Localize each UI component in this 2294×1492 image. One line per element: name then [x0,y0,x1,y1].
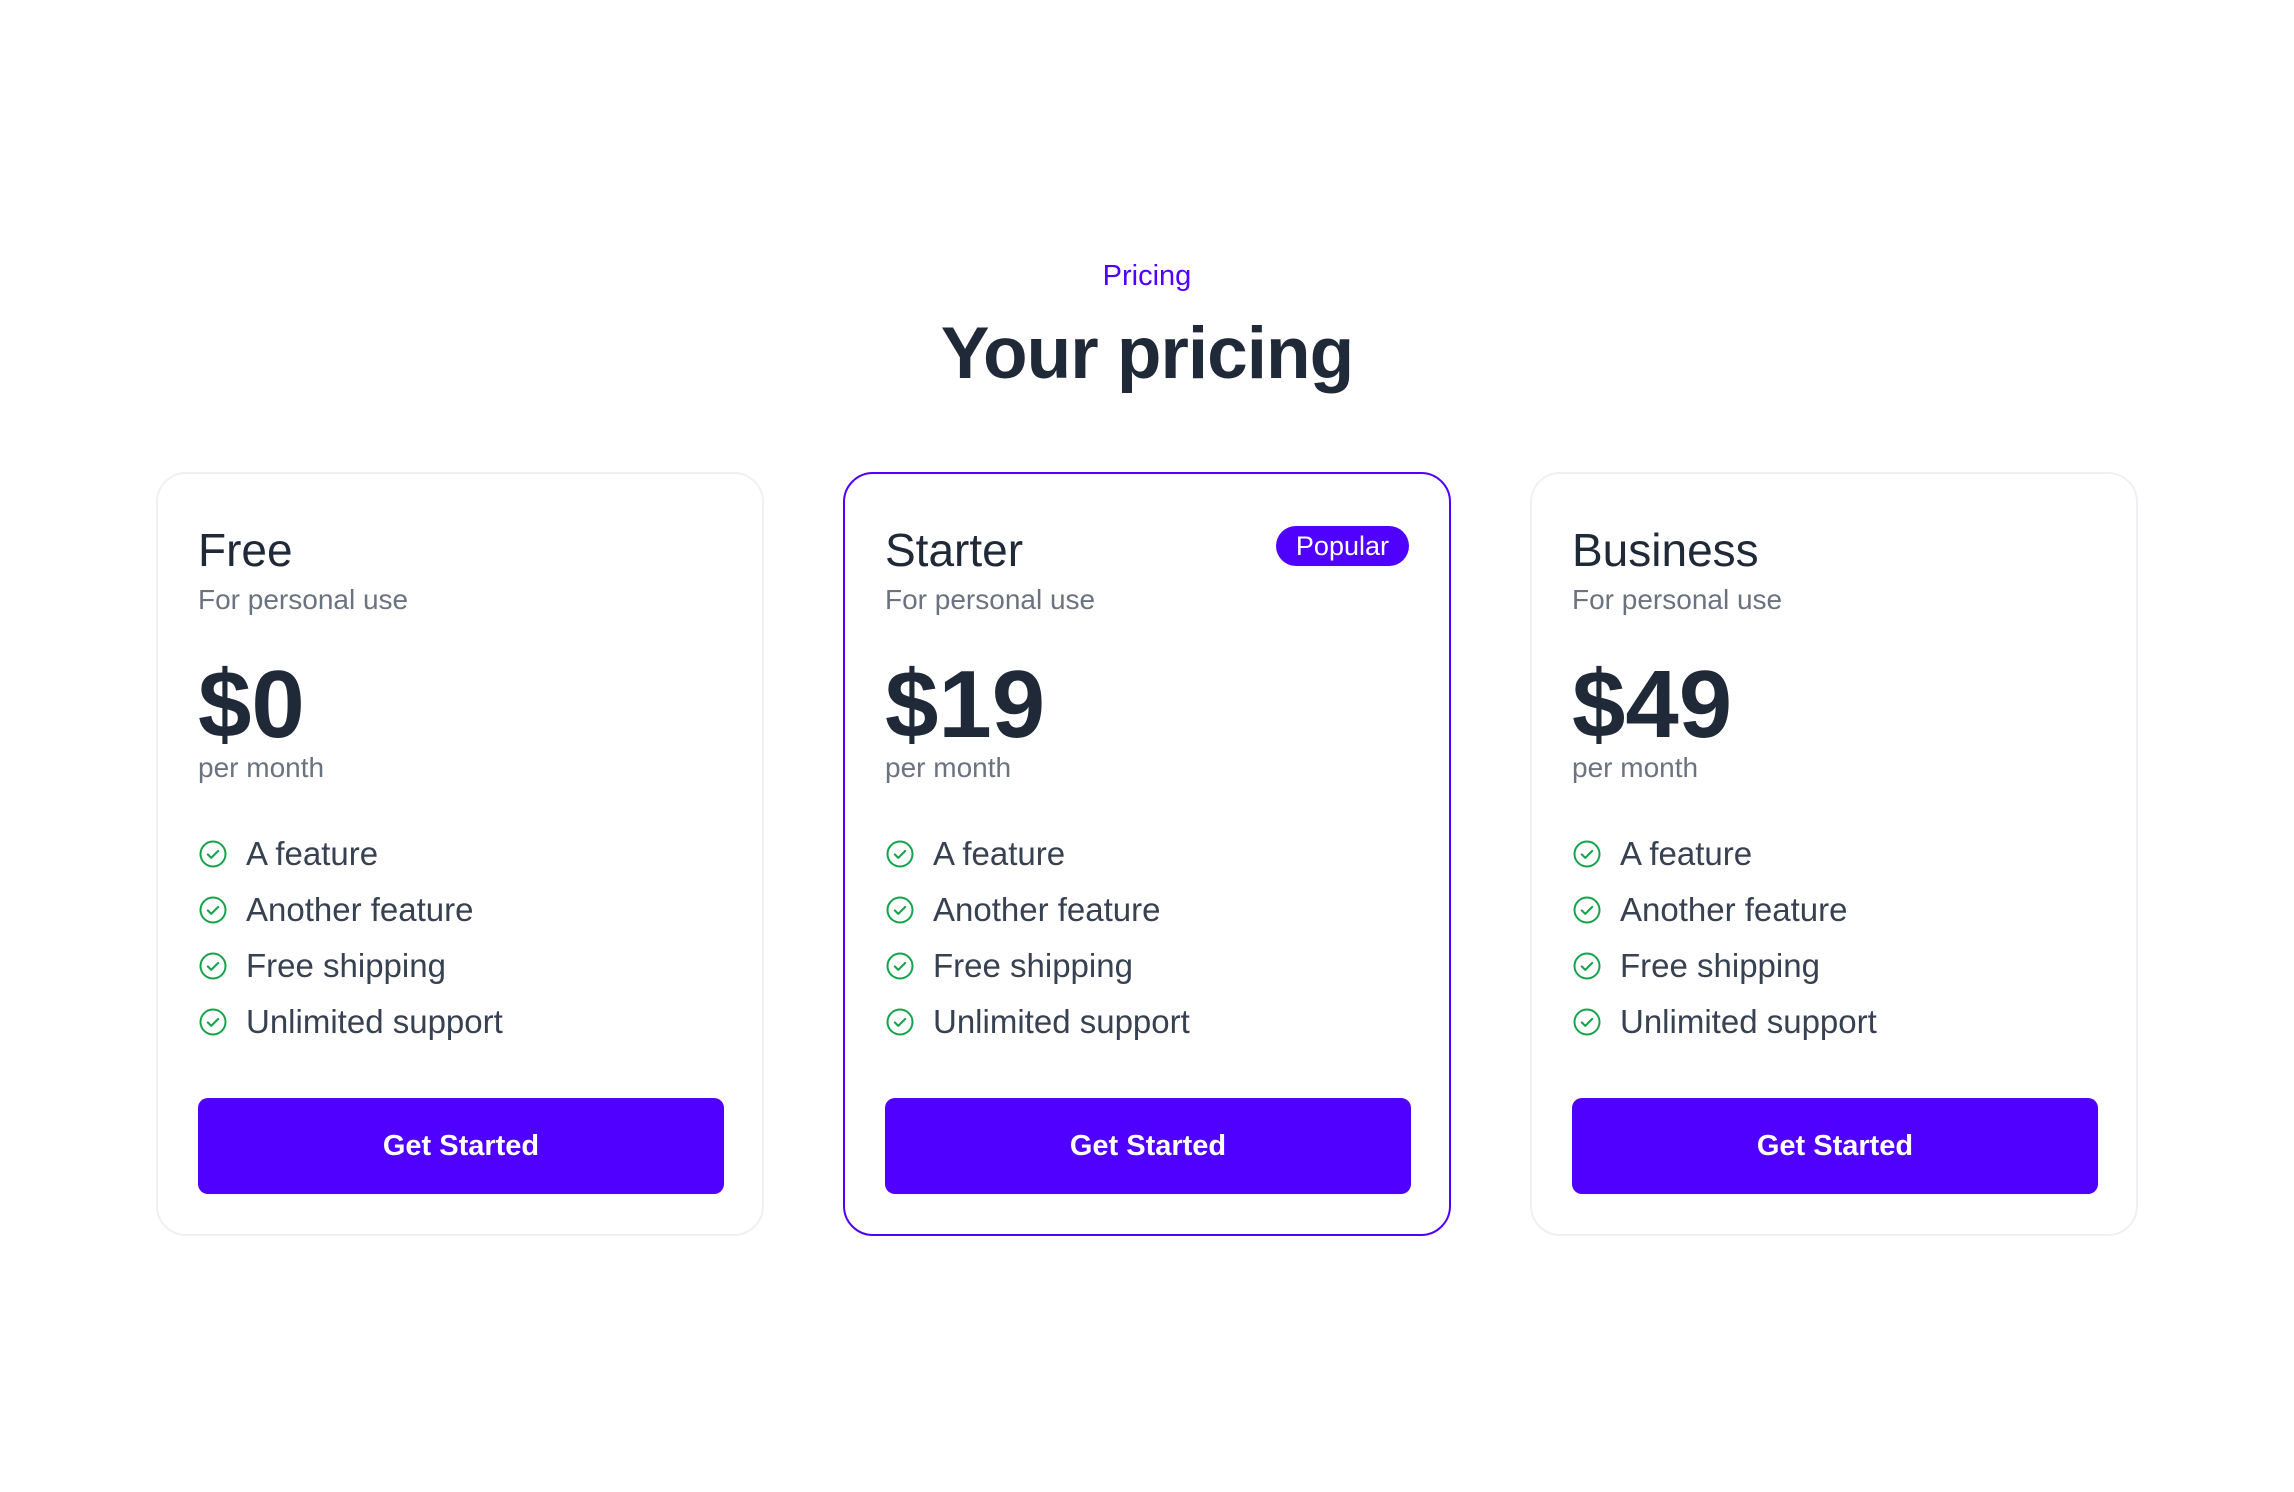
plan-name: Starter [885,524,1024,576]
check-circle-icon [198,951,228,981]
page-title: Your pricing [940,313,1355,394]
feature-item: Free shipping [885,938,1190,994]
plan-name: Business [1572,524,1759,576]
feature-label: Unlimited support [1620,1003,1877,1040]
check-circle-icon [1572,951,1602,981]
feature-item: A feature [198,826,503,882]
plan-card-starter: Starter Popular For personal use $19 per… [843,472,1451,1236]
get-started-button[interactable]: Get Started [1572,1098,2098,1194]
feature-label: A feature [933,835,1066,872]
plan-price: $19 [885,651,1046,758]
check-circle-icon [1572,895,1602,925]
plan-period: per month [885,752,1012,783]
check-circle-icon [1572,839,1602,869]
section-eyebrow: Pricing [1102,260,1192,292]
plan-description: For personal use [198,584,409,615]
feature-item: Another feature [198,882,503,938]
popular-badge: Popular [1275,526,1409,566]
feature-label: Unlimited support [246,1003,503,1040]
check-circle-icon [885,951,915,981]
check-circle-icon [198,895,228,925]
feature-label: Free shipping [933,947,1133,984]
feature-list: A feature Another feature Free shipping … [198,826,503,1050]
check-circle-icon [885,1007,915,1037]
plan-card-free: Free For personal use $0 per month A fea… [156,472,764,1236]
plan-name: Free [198,524,293,576]
feature-item: Unlimited support [198,994,503,1050]
feature-item: Free shipping [1572,938,1877,994]
feature-item: Unlimited support [885,994,1190,1050]
check-circle-icon [885,839,915,869]
plan-period: per month [1572,752,1699,783]
feature-label: Another feature [1620,891,1848,928]
feature-item: Another feature [885,882,1190,938]
plan-price: $0 [198,651,305,758]
feature-label: A feature [246,835,379,872]
feature-label: Unlimited support [933,1003,1190,1040]
feature-list: A feature Another feature Free shipping … [885,826,1190,1050]
plan-description: For personal use [1572,584,1783,615]
check-circle-icon [1572,1007,1602,1037]
get-started-button[interactable]: Get Started [885,1098,1411,1194]
pricing-plans: Free For personal use $0 per month A fea… [156,472,2138,1236]
feature-label: Free shipping [1620,947,1820,984]
feature-list: A feature Another feature Free shipping … [1572,826,1877,1050]
plan-price: $49 [1572,651,1733,758]
feature-label: Another feature [933,891,1161,928]
plan-period: per month [198,752,325,783]
feature-item: A feature [1572,826,1877,882]
feature-item: Unlimited support [1572,994,1877,1050]
plan-card-business: Business For personal use $49 per month … [1530,472,2138,1236]
feature-item: A feature [885,826,1190,882]
feature-item: Free shipping [198,938,503,994]
get-started-button[interactable]: Get Started [198,1098,724,1194]
feature-label: Free shipping [246,947,446,984]
feature-label: A feature [1620,835,1753,872]
check-circle-icon [885,895,915,925]
check-circle-icon [198,839,228,869]
feature-item: Another feature [1572,882,1877,938]
feature-label: Another feature [246,891,474,928]
plan-description: For personal use [885,584,1096,615]
check-circle-icon [198,1007,228,1037]
